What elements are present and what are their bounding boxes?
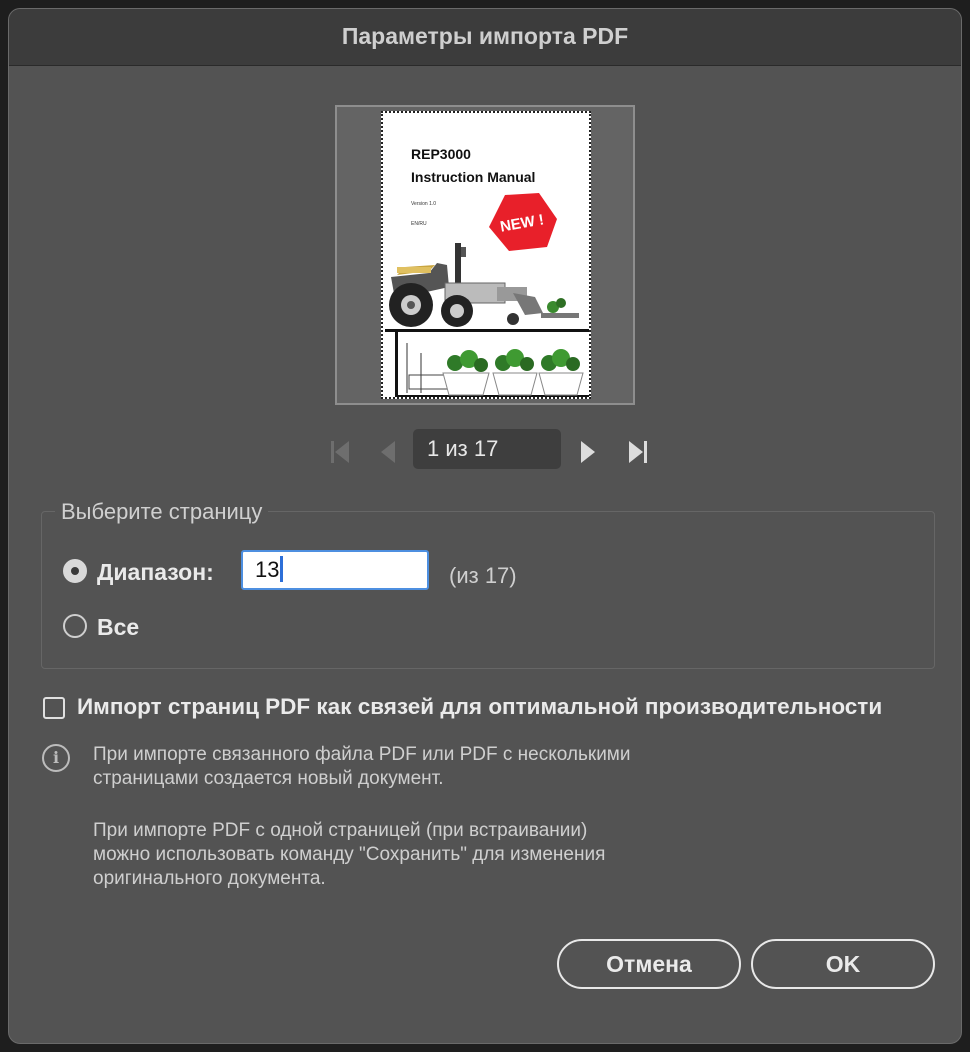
info-paragraph-2: При импорте PDF с одной страницей (при в… [93, 819, 873, 891]
info-p2-line1: При импорте PDF с одной страницей (при в… [93, 820, 588, 841]
first-page-icon [331, 441, 349, 463]
info-p1-line2: страницами создается новый документ. [93, 768, 444, 789]
range-input[interactable]: 13 [241, 550, 429, 590]
import-as-links-checkbox[interactable] [43, 697, 65, 719]
text-caret [280, 556, 284, 583]
cancel-button[interactable]: Отмена [557, 939, 741, 989]
tractor-illustration-icon [385, 243, 589, 397]
page-select-group [41, 511, 935, 669]
next-page-button[interactable] [571, 429, 607, 473]
page-indicator-field[interactable]: 1 из 17 [413, 429, 561, 469]
range-radio[interactable] [63, 559, 87, 583]
page-select-legend: Выберите страницу [55, 499, 269, 525]
info-icon: i [42, 744, 70, 772]
preview-page-thumbnail: REP3000 Instruction Manual Version 1.0 E… [381, 111, 591, 399]
preview-version: Version 1.0 [411, 201, 437, 207]
title-bar[interactable]: Параметры импорта PDF [9, 9, 961, 66]
preview-title-line2: Instruction Manual [411, 169, 536, 185]
first-page-button[interactable] [323, 429, 359, 473]
preview-small-text: EN/RU [411, 221, 427, 227]
info-p2-line2: можно использовать команду "Сохранить" д… [93, 844, 606, 865]
ok-button[interactable]: OK [751, 939, 935, 989]
all-pages-label: Все [97, 614, 140, 640]
info-p1-line1: При импорте связанного файла PDF или PDF… [93, 744, 631, 765]
last-page-button[interactable] [619, 429, 655, 473]
range-input-value: 13 [255, 557, 280, 582]
info-p2-line3: оригинального документа. [93, 868, 326, 889]
preview-doc-title: REP3000 Instruction Manual [411, 143, 535, 189]
info-paragraph-1: При импорте связанного файла PDF или PDF… [93, 743, 873, 791]
dialog-title: Параметры импорта PDF [341, 23, 629, 49]
previous-page-button[interactable] [373, 429, 409, 473]
pdf-import-dialog: Параметры импорта PDF REP3000 Instructio… [8, 8, 962, 1044]
preview-title-line1: REP3000 [411, 146, 471, 162]
previous-page-icon [381, 441, 395, 463]
all-pages-radio[interactable] [63, 614, 87, 638]
import-as-links-label[interactable]: Импорт страниц PDF как связей для оптима… [77, 694, 882, 720]
page-preview: REP3000 Instruction Manual Version 1.0 E… [335, 105, 635, 405]
range-label: Диапазон: [97, 559, 214, 585]
next-page-icon [581, 441, 595, 463]
range-total-label: (из 17) [449, 563, 517, 588]
last-page-icon [629, 441, 647, 463]
